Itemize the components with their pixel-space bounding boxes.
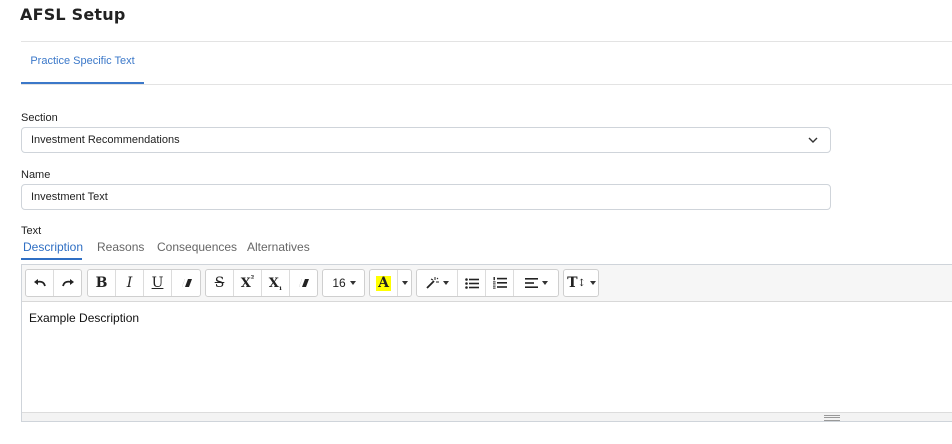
name-input-value: Investment Text <box>31 191 108 203</box>
clear-format-button[interactable] <box>172 270 201 296</box>
caret-down-icon <box>589 281 596 285</box>
tab-consequences[interactable]: Consequences <box>157 240 237 254</box>
font-size-group: 16 <box>322 269 365 297</box>
tab-practice-specific-text[interactable]: Practice Specific Text <box>21 42 144 84</box>
caret-down-icon <box>443 281 449 285</box>
page-title: AFSL Setup <box>20 5 126 24</box>
highlight-button[interactable]: A <box>370 270 398 296</box>
magic-wand-icon <box>426 277 439 289</box>
strikethrough-button[interactable]: S <box>206 270 234 296</box>
history-group <box>25 269 82 297</box>
chevron-down-icon <box>808 137 818 143</box>
bulleted-list-icon <box>464 277 479 289</box>
text-height-icon: T <box>567 275 578 291</box>
active-tab-indicator <box>21 258 82 260</box>
underline-button[interactable]: U <box>144 270 172 296</box>
highlight-group: A <box>369 269 412 297</box>
numbered-list-icon <box>492 277 507 289</box>
bold-button[interactable]: B <box>88 270 116 296</box>
subscript-button[interactable]: X₁ <box>262 270 290 296</box>
eraser-icon <box>181 279 192 287</box>
text-size-group: T ↕ <box>563 269 599 297</box>
align-icon <box>525 278 538 288</box>
name-label: Name <box>21 169 51 181</box>
section-select[interactable]: Investment Recommendations <box>21 127 831 153</box>
caret-down-icon <box>542 281 548 285</box>
undo-icon <box>33 279 46 287</box>
bulleted-list-button[interactable] <box>458 270 486 296</box>
font-size-value: 16 <box>332 276 346 290</box>
caret-down-icon <box>349 281 356 285</box>
editor-toolbar: B I U S X² X₁ 16 A T ↕ <box>22 265 952 302</box>
superscript-base: X <box>240 275 251 291</box>
superscript-button[interactable]: X² <box>234 270 262 296</box>
name-input[interactable]: Investment Text <box>21 184 831 210</box>
align-dropdown[interactable] <box>514 270 559 296</box>
tab-reasons[interactable]: Reasons <box>97 240 144 254</box>
editor-resize-bar[interactable] <box>22 412 952 421</box>
numbered-list-button[interactable] <box>486 270 514 296</box>
undo-button[interactable] <box>26 270 54 296</box>
header-divider <box>21 41 952 42</box>
caret-down-icon <box>402 281 408 285</box>
font-style-group: B I U <box>87 269 201 297</box>
text-size-dropdown[interactable]: T ↕ <box>564 270 599 296</box>
tab-description[interactable]: Description <box>23 240 83 254</box>
superscript-mark: ² <box>250 273 255 283</box>
tabs-divider <box>21 84 952 85</box>
redo-button[interactable] <box>54 270 82 296</box>
paragraph-group <box>416 269 559 297</box>
editor-content[interactable]: Example Description <box>29 311 139 325</box>
script-group: S X² X₁ <box>205 269 318 297</box>
italic-button[interactable]: I <box>116 270 144 296</box>
clear-script-button[interactable] <box>290 270 318 296</box>
section-label: Section <box>21 112 58 124</box>
redo-icon <box>62 279 74 287</box>
highlight-swatch: A <box>376 274 391 291</box>
tab-alternatives[interactable]: Alternatives <box>247 240 310 254</box>
eraser-icon <box>299 279 309 287</box>
text-label: Text <box>21 225 42 237</box>
resize-grip-icon[interactable] <box>824 415 840 421</box>
font-size-dropdown[interactable]: 16 <box>323 270 365 296</box>
subscript-mark: ₁ <box>278 282 283 292</box>
highlight-color-dropdown[interactable] <box>398 270 412 296</box>
section-select-value: Investment Recommendations <box>31 134 180 146</box>
text-height-arrow: ↕ <box>577 277 586 289</box>
rich-text-editor: B I U S X² X₁ 16 A T ↕ Example Descripti… <box>21 264 952 422</box>
style-dropdown[interactable] <box>417 270 458 296</box>
subscript-base: X <box>268 275 279 291</box>
